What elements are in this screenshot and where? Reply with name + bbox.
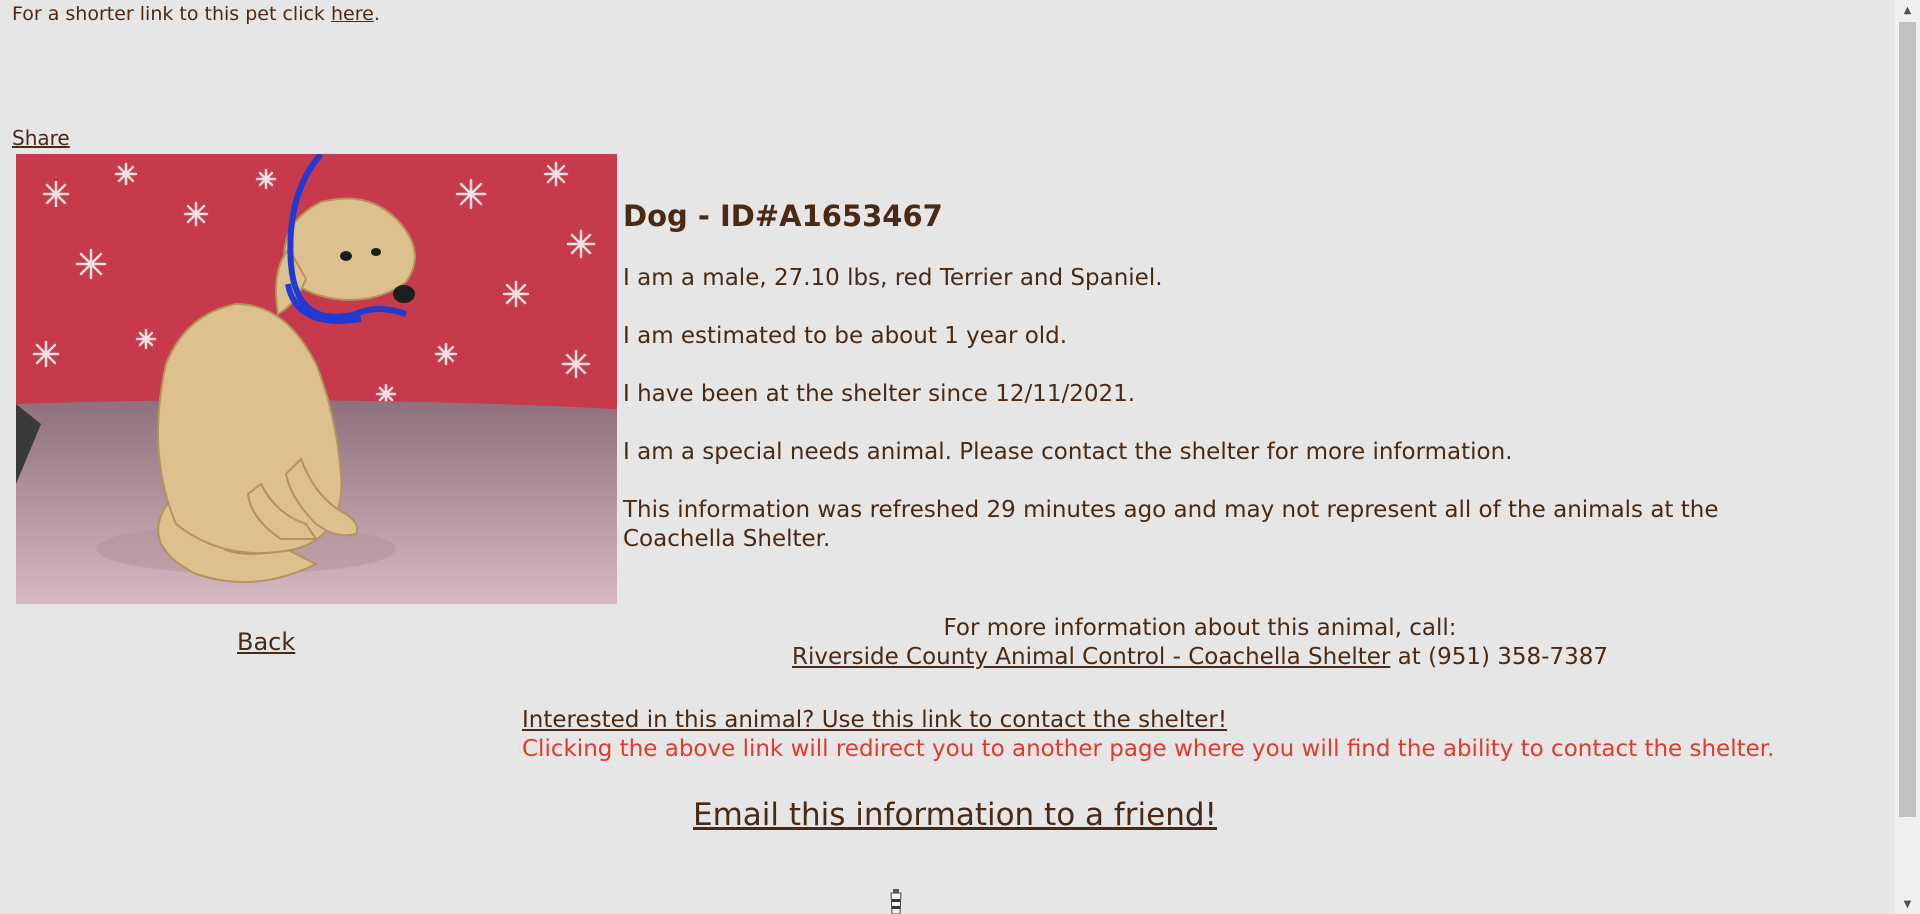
short-link-suffix: . [373,3,380,25]
short-link[interactable]: here [331,3,374,25]
animal-details: Dog - ID#A1653467 I am a male, 27.10 lbs… [623,196,1823,583]
email-friend-link[interactable]: Email this information to a friend! [693,797,1217,833]
detail-intake-date: I have been at the shelter since 12/11/2… [623,381,1136,407]
detail-refresh-notice: This information was refreshed 29 minute… [623,497,1719,552]
chevron-down-icon[interactable]: ▼ [1895,894,1920,914]
contact-intro: For more information about this animal, … [943,615,1457,641]
detail-age: I am estimated to be about 1 year old. [623,323,1068,349]
scrollbar-thumb[interactable] [1899,22,1916,817]
detail-sex-weight-breed: I am a male, 27.10 lbs, red Terrier and … [623,265,1163,291]
short-link-line: For a shorter link to this pet click her… [12,3,380,25]
lighthouse-icon [888,888,904,914]
shelter-link[interactable]: Riverside County Animal Control - Coache… [792,644,1390,670]
interest-section: Interested in this animal? Use this link… [522,706,1774,764]
chevron-up-icon[interactable]: ▲ [1895,0,1920,20]
pet-photo [16,154,617,604]
contact-shelter-link[interactable]: Interested in this animal? Use this link… [522,707,1227,733]
contact-line: Riverside County Animal Control - Coache… [600,643,1800,672]
redirect-note: Clicking the above link will redirect yo… [522,736,1775,762]
page: For a shorter link to this pet click her… [0,0,1895,914]
share-link[interactable]: Share [12,126,70,150]
animal-heading: Dog - ID#A1653467 [623,199,943,233]
vertical-scrollbar[interactable]: ▲ ▼ [1895,0,1920,914]
contact-info: For more information about this animal, … [600,614,1800,672]
shelter-phone: at (951) 358-7387 [1390,644,1608,670]
short-link-prefix: For a shorter link to this pet click [12,3,331,25]
detail-special-needs: I am a special needs animal. Please cont… [623,439,1513,465]
back-link[interactable]: Back [237,628,295,656]
